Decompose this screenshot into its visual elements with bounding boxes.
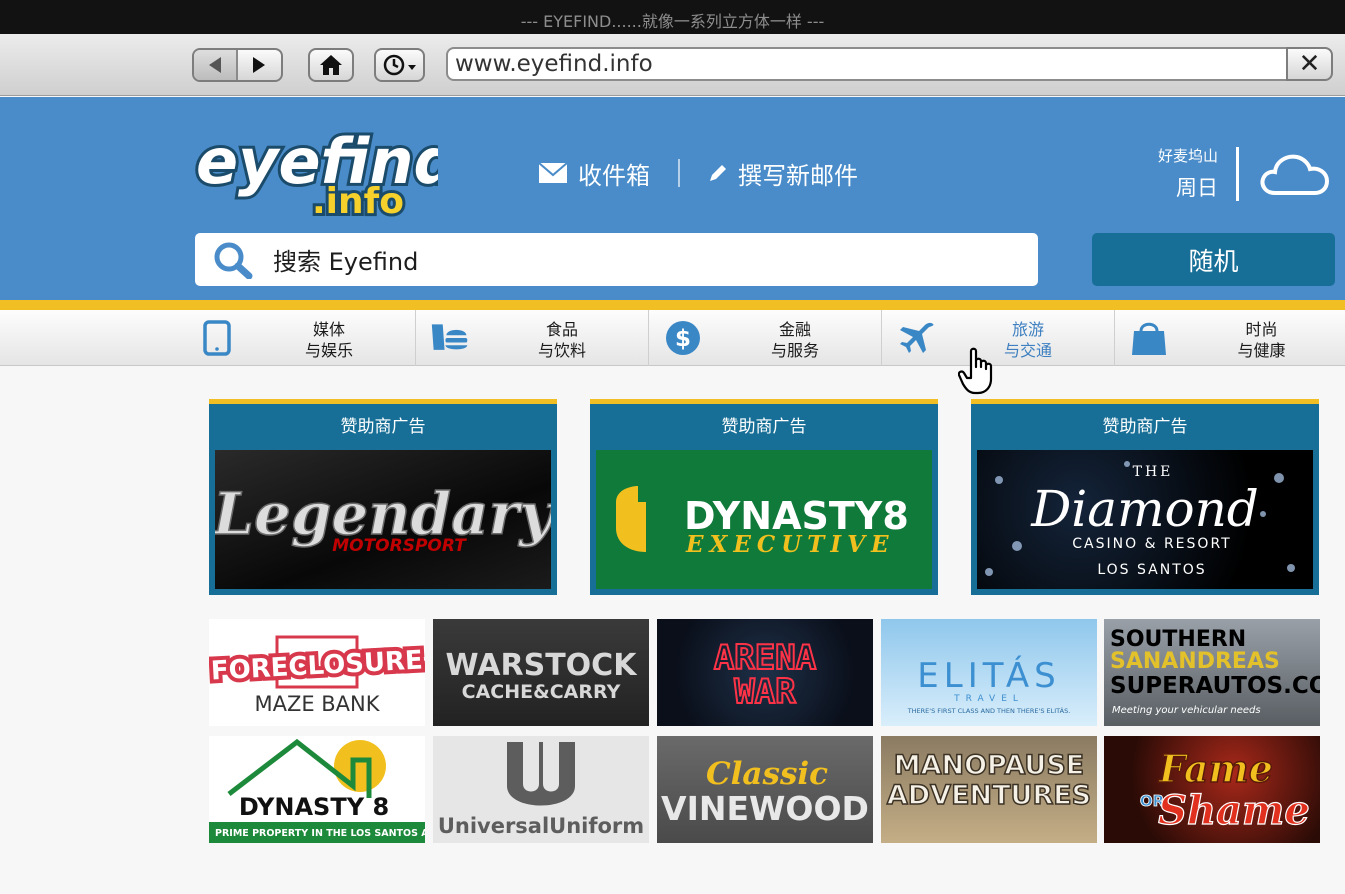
svg-text:UniversalUniform: UniversalUniform bbox=[438, 814, 644, 838]
category-food[interactable]: 食品 与饮料 bbox=[416, 310, 649, 366]
inbox-link[interactable]: 收件箱 bbox=[538, 156, 650, 191]
svg-text:Meeting your vehicular needs: Meeting your vehicular needs bbox=[1112, 705, 1261, 716]
cloud-icon bbox=[1260, 154, 1330, 195]
category-label: 金融 与服务 bbox=[770, 320, 819, 360]
history-button[interactable] bbox=[374, 48, 425, 82]
forward-button[interactable] bbox=[238, 50, 282, 80]
svg-text:WAR: WAR bbox=[734, 672, 796, 712]
browser-toolbar: www.eyefind.info ✕ bbox=[0, 34, 1345, 96]
svg-text:VINEWOOD: VINEWOOD bbox=[661, 789, 869, 828]
sponsor-image: DYNASTY8 EXECUTIVE bbox=[596, 450, 932, 589]
svg-text:SANANDREAS: SANANDREAS bbox=[1110, 649, 1280, 674]
sponsor-ad-diamond-casino[interactable]: 赞助商广告 THE Diamond CASINO & RESORT LOS SA… bbox=[971, 399, 1319, 595]
forward-arrow-icon bbox=[253, 57, 266, 73]
category-label: 食品 与饮料 bbox=[537, 320, 586, 360]
svg-text:MOTORSPORT: MOTORSPORT bbox=[332, 536, 467, 556]
close-button[interactable]: ✕ bbox=[1286, 47, 1333, 81]
category-finance[interactable]: $ 金融 与服务 bbox=[649, 310, 882, 366]
category-media[interactable]: 媒体 与娱乐 bbox=[183, 310, 416, 366]
svg-text:FORECLOSURE: FORECLOSURE bbox=[210, 645, 423, 686]
sponsor-ad-dynasty8-executive[interactable]: 赞助商广告 DYNASTY8 EXECUTIVE bbox=[590, 399, 938, 595]
tile-classic-vinewood[interactable]: Classic VINEWOOD bbox=[657, 736, 873, 843]
mail-nav-divider bbox=[678, 159, 680, 187]
svg-text:WARSTOCK: WARSTOCK bbox=[446, 648, 639, 683]
svg-text:THE: THE bbox=[1133, 464, 1174, 480]
category-nav: 媒体 与娱乐 食品 与饮料 $ 金融 与服务 旅游 与交通 时尚 与健康 bbox=[0, 310, 1345, 366]
svg-text:ADVENTURES: ADVENTURES bbox=[887, 780, 1091, 811]
svg-text:LOS SANTOS: LOS SANTOS bbox=[1097, 562, 1206, 578]
svg-text:.info: .info bbox=[312, 181, 404, 222]
home-button[interactable] bbox=[308, 48, 354, 82]
url-bar[interactable]: www.eyefind.info bbox=[446, 47, 1288, 81]
back-arrow-icon bbox=[208, 57, 221, 73]
svg-text:MANOPAUSE: MANOPAUSE bbox=[894, 750, 1085, 781]
inbox-label: 收件箱 bbox=[578, 161, 650, 190]
search-icon bbox=[214, 242, 253, 279]
svg-text:TRAVEL: TRAVEL bbox=[953, 694, 1024, 704]
sponsor-title: 赞助商广告 bbox=[340, 417, 426, 437]
svg-text:Diamond: Diamond bbox=[1030, 480, 1259, 538]
tile-warstock[interactable]: WARSTOCK CACHE&CARRY bbox=[433, 619, 649, 726]
svg-text:DYNASTY 8: DYNASTY 8 bbox=[239, 793, 389, 821]
pencil-icon bbox=[710, 165, 726, 181]
sponsor-image: THE Diamond CASINO & RESORT LOS SANTOS bbox=[977, 450, 1313, 589]
weather-divider bbox=[1236, 147, 1239, 201]
site-header: eyefind .info 收件箱 撰写新邮件 好麦坞山 周日 搜索 Eyefi… bbox=[0, 97, 1345, 300]
weather-day: 周日 bbox=[1176, 176, 1218, 200]
home-icon bbox=[320, 55, 342, 75]
category-label: 时尚 与健康 bbox=[1237, 320, 1286, 360]
svg-text:CACHE&CARRY: CACHE&CARRY bbox=[462, 681, 621, 703]
tile-arena-war[interactable]: ARENA WAR bbox=[657, 619, 873, 726]
svg-text:PRIME PROPERTY IN THE LOS SANT: PRIME PROPERTY IN THE LOS SANTOS AREA bbox=[215, 828, 425, 839]
sponsor-image: Legendary MOTORSPORT bbox=[215, 450, 551, 589]
svg-text:Classic: Classic bbox=[706, 756, 828, 792]
sponsor-title: 赞助商广告 bbox=[721, 417, 807, 437]
search-input[interactable]: 搜索 Eyefind bbox=[195, 233, 1038, 286]
svg-text:CASINO & RESORT: CASINO & RESORT bbox=[1072, 536, 1231, 552]
tile-elitas-travel[interactable]: ELITÁS TRAVEL THERE'S FIRST CLASS AND TH… bbox=[881, 619, 1097, 726]
svg-text:EXECUTIVE: EXECUTIVE bbox=[685, 531, 895, 558]
eyefind-logo[interactable]: eyefind .info bbox=[192, 113, 438, 223]
random-button[interactable]: 随机 bbox=[1092, 233, 1335, 286]
category-label: 媒体 与娱乐 bbox=[304, 320, 353, 360]
weather-widget: 好麦坞山 周日 bbox=[1140, 145, 1218, 202]
category-fashion[interactable]: 时尚 与健康 bbox=[1115, 310, 1345, 366]
nav-button-group bbox=[192, 48, 283, 82]
svg-text:THERE'S FIRST CLASS AND THEN T: THERE'S FIRST CLASS AND THEN THERE'S ELI… bbox=[907, 706, 1071, 715]
back-button[interactable] bbox=[194, 50, 238, 80]
tile-universal-uniform[interactable]: UniversalUniform bbox=[433, 736, 649, 843]
window-title: --- EYEFIND......就像一系列立方体一样 --- bbox=[0, 0, 1345, 34]
svg-text:Fame: Fame bbox=[1158, 746, 1273, 791]
tile-maze-bank-foreclosure[interactable]: FORECLOSURE MAZE BANK bbox=[209, 619, 425, 726]
tile-fame-or-shame[interactable]: Fame OR Shame bbox=[1104, 736, 1320, 843]
svg-text:SUPERAUTOS.COM: SUPERAUTOS.COM bbox=[1110, 673, 1320, 699]
sponsor-title: 赞助商广告 bbox=[1102, 417, 1188, 437]
close-icon: ✕ bbox=[1298, 49, 1321, 79]
tile-dynasty8[interactable]: DYNASTY 8 PRIME PROPERTY IN THE LOS SANT… bbox=[209, 736, 425, 843]
compose-label: 撰写新邮件 bbox=[738, 161, 858, 190]
tablet-icon bbox=[197, 319, 237, 357]
svg-text:Shame: Shame bbox=[1158, 787, 1310, 834]
food-icon bbox=[430, 319, 470, 357]
category-travel[interactable]: 旅游 与交通 bbox=[882, 310, 1115, 366]
tile-manopause-adventures[interactable]: MANOPAUSE ADVENTURES bbox=[881, 736, 1097, 843]
search-placeholder: 搜索 Eyefind bbox=[273, 248, 419, 276]
dollar-icon: $ bbox=[663, 319, 703, 357]
sponsor-ad-legendary[interactable]: 赞助商广告 Legendary MOTORSPORT bbox=[209, 399, 557, 595]
mail-nav: 收件箱 撰写新邮件 bbox=[538, 155, 858, 191]
tile-southern-san-andreas-superautos[interactable]: SOUTHERN SANANDREAS SUPERAUTOS.COM Meeti… bbox=[1104, 619, 1320, 726]
hand-cursor-icon bbox=[958, 347, 993, 395]
airplane-icon bbox=[896, 319, 936, 357]
svg-text:$: $ bbox=[675, 326, 691, 352]
svg-text:ELITÁS: ELITÁS bbox=[917, 655, 1060, 696]
compose-link[interactable]: 撰写新邮件 bbox=[708, 156, 858, 191]
weather-location: 好麦坞山 bbox=[1157, 147, 1218, 165]
clock-icon bbox=[383, 54, 416, 76]
header-accent-bar bbox=[0, 300, 1345, 310]
shopping-bag-icon bbox=[1129, 319, 1169, 357]
envelope-icon bbox=[538, 162, 568, 183]
svg-text:MAZE BANK: MAZE BANK bbox=[254, 692, 380, 716]
